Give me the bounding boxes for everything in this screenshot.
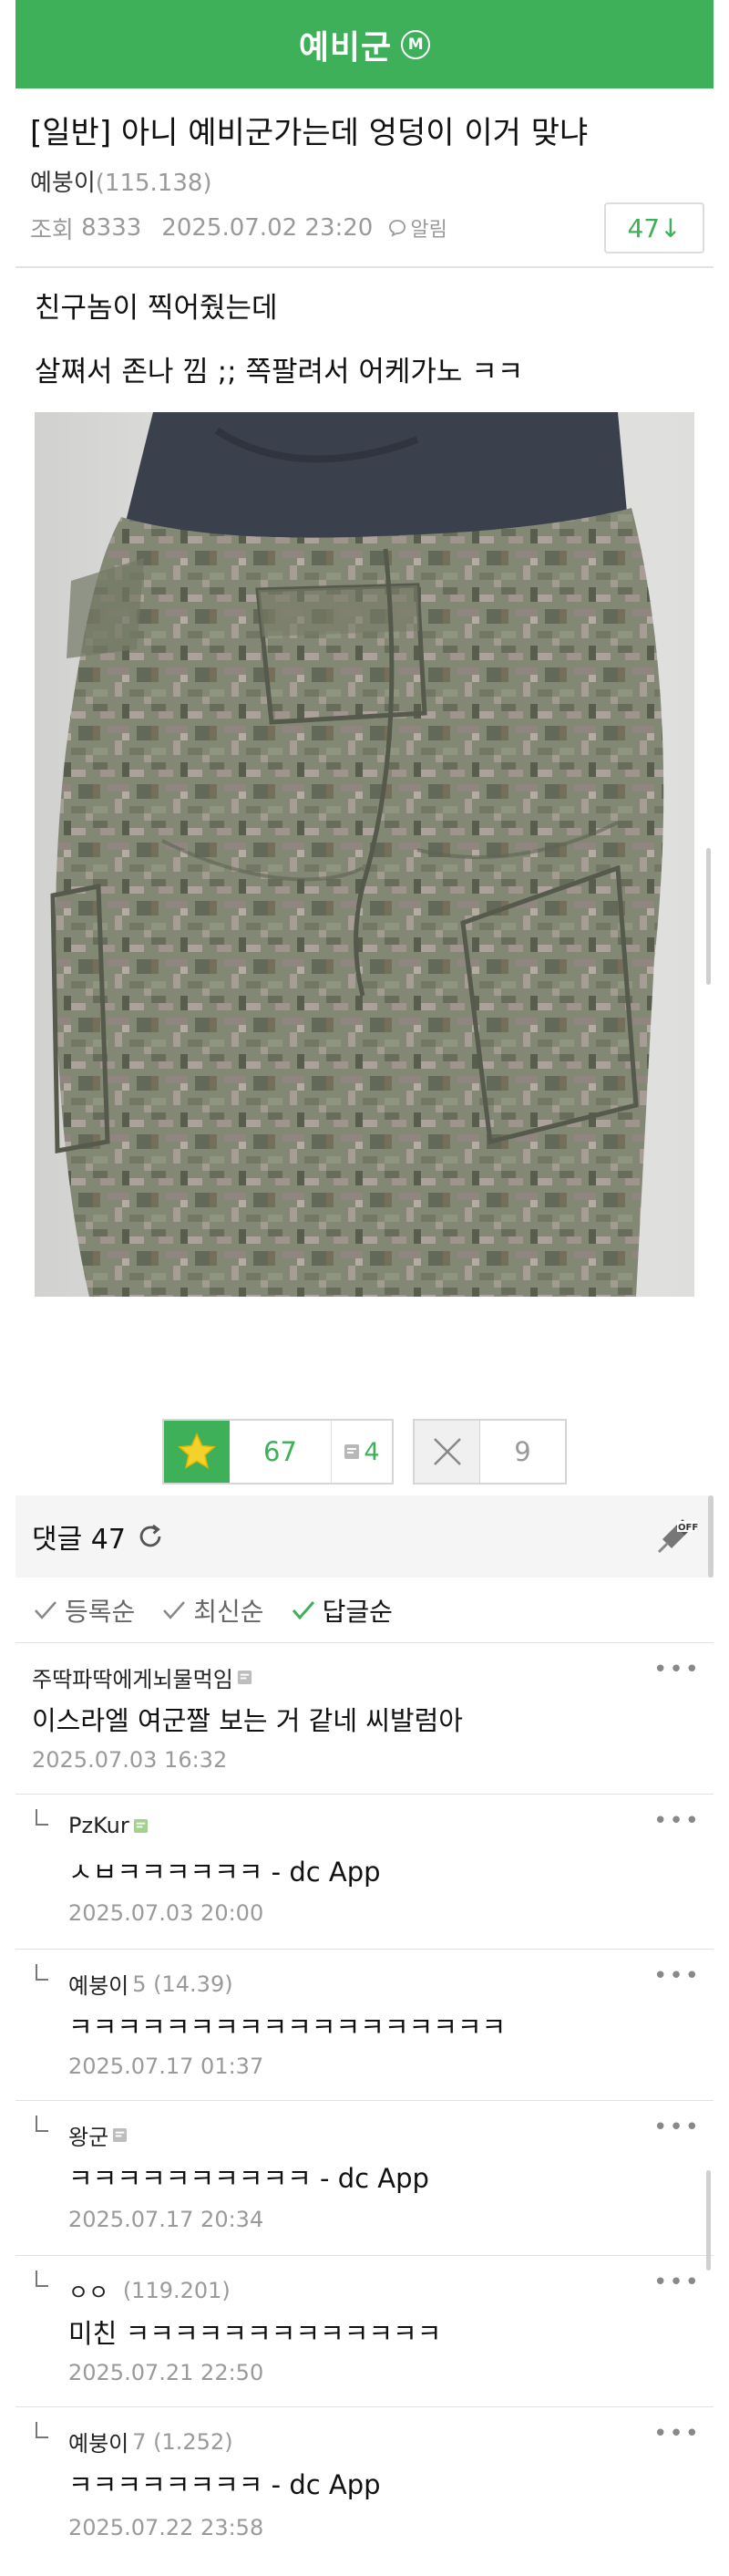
minor-gallery-badge-icon: M <box>401 29 431 59</box>
comment-nick[interactable]: 예붕이 7 (1.252) <box>68 2426 233 2457</box>
page-scrollbar[interactable] <box>706 848 711 985</box>
views-count: 8333 <box>81 214 142 242</box>
post-author[interactable]: 예붕이(115.138) <box>30 164 212 198</box>
comment-more-icon[interactable]: ••• <box>653 2114 701 2141</box>
check-icon <box>163 1600 186 1619</box>
clean-bot-off-icon[interactable]: OFF <box>655 1512 699 1556</box>
sort-latest-label: 최신순 <box>193 1596 264 1627</box>
refresh-icon[interactable] <box>135 1521 166 1552</box>
comment-date: 2025.07.21 22:50 <box>68 2360 264 2385</box>
post-title: [일반] 아니 예비군가는데 엉덩이 이거 맞냐 <box>30 115 589 151</box>
comment-ip: 5 (14.39) <box>132 1971 233 1997</box>
comment-date: 2025.07.17 20:34 <box>68 2207 264 2232</box>
comment-section: 댓글 47 OFF 등록순 최신순 답글순 주딱파딱에게뇌물먹임 ••• 이스라… <box>15 1495 714 2576</box>
divider <box>15 266 714 268</box>
comment-nick-text[interactable]: 예붕이 <box>68 1968 128 2000</box>
comment-text: ㅋㅋㅋㅋㅋㅋㅋㅋㅋㅋㅋㅋㅋㅋㅋㅋㅋㅋ <box>68 2012 507 2043</box>
comment-jump-button[interactable]: 47↓ <box>604 202 704 253</box>
recommend-count: 67 <box>230 1421 332 1483</box>
reply-item: 예붕이 5 (14.39) ••• ㅋㅋㅋㅋㅋㅋㅋㅋㅋㅋㅋㅋㅋㅋㅋㅋㅋㅋ 2025… <box>15 1950 714 2101</box>
comment-more-icon[interactable]: ••• <box>653 1807 701 1835</box>
post-photo[interactable] <box>35 412 694 1297</box>
comment-ip: 7 (1.252) <box>132 2428 233 2455</box>
svg-text:OFF: OFF <box>678 1523 698 1533</box>
comment-nick-text[interactable]: PzKur <box>68 1813 129 1838</box>
alarm-button[interactable]: 알림 <box>387 213 447 243</box>
reply-arrow-icon <box>36 2271 48 2287</box>
comment-nick[interactable]: 예붕이 5 (14.39) <box>68 1968 233 2000</box>
comment-ip: (119.201) <box>122 2277 231 2303</box>
comment-more-icon[interactable]: ••• <box>653 1656 701 1683</box>
check-icon <box>292 1600 314 1619</box>
comment-text: ㅋㅋㅋㅋㅋㅋㅋㅋㅋㅋ - dc App <box>68 2163 429 2194</box>
fixed-nick-icon <box>113 2127 128 2143</box>
comment-nick[interactable]: PzKur <box>68 1813 149 1838</box>
comment-text: 미친 ㅋㅋㅋㅋㅋㅋㅋㅋㅋㅋㅋㅋㅋ <box>68 2318 442 2349</box>
reply-arrow-icon <box>36 2116 48 2132</box>
comment-scrollbar[interactable] <box>708 1495 714 1578</box>
gallery-title[interactable]: 예비군 <box>299 21 392 68</box>
comment-nick-text[interactable]: 주딱파딱에게뇌물먹임 <box>32 1661 233 1693</box>
comment-sort-row: 등록순 최신순 답글순 <box>15 1578 714 1643</box>
post-body-line-2: 살쪄서 존나 낌 ;; 쪽팔려서 어케가노 ㅋㅋ <box>35 356 524 388</box>
comment-more-icon[interactable]: ••• <box>653 2420 701 2447</box>
sort-latest[interactable]: 최신순 <box>162 1592 264 1629</box>
comment-date: 2025.07.22 23:58 <box>68 2515 264 2540</box>
sort-registered[interactable]: 등록순 <box>34 1592 135 1629</box>
comment-more-icon[interactable]: ••• <box>653 1962 701 1990</box>
comment-nick-text[interactable]: 왕군 <box>68 2119 108 2151</box>
post-datetime: 2025.07.02 23:20 <box>161 214 374 242</box>
comment-text: 이스라엘 여군짤 보는 거 같네 씨발럼아 <box>32 1705 463 1736</box>
post-meta: 조회 8333 2025.07.02 23:20 알림 47↓ <box>30 202 704 253</box>
views-label: 조회 <box>30 216 74 244</box>
camo-pants-photo-image <box>35 412 694 1297</box>
comment-date: 2025.07.03 16:32 <box>32 1747 228 1773</box>
comment-item: 주딱파딱에게뇌물먹임 ••• 이스라엘 여군짤 보는 거 같네 씨발럼아 202… <box>15 1643 714 1795</box>
comment-nick[interactable]: 왕군 <box>68 2119 128 2151</box>
not-recommend-box[interactable]: 9 <box>413 1419 567 1485</box>
comment-list-scrollbar[interactable] <box>706 2170 711 2271</box>
comment-text: ㅅㅂㅋㅋㅋㅋㅋㅋ - dc App <box>68 1857 381 1888</box>
check-icon <box>35 1600 56 1619</box>
semi-fixed-nick-icon <box>133 1818 148 1833</box>
author-ip: (115.138) <box>95 170 212 197</box>
reply-arrow-icon <box>36 2422 48 2438</box>
reply-arrow-icon <box>36 1964 48 1981</box>
recommend-button[interactable] <box>164 1421 230 1483</box>
comment-count-label: 댓글 47 <box>32 1524 126 1556</box>
reply-item: 예붕이 7 (1.252) ••• ㅋㅋㅋㅋㅋㅋㅋㅋ - dc App 2025.… <box>15 2407 714 2576</box>
fixed-nick-icon <box>344 1444 360 1459</box>
reply-arrow-icon <box>36 1809 48 1826</box>
fixed-nick-icon <box>237 1670 252 1685</box>
reply-item: PzKur ••• ㅅㅂㅋㅋㅋㅋㅋㅋ - dc App 2025.07.03 2… <box>15 1795 714 1950</box>
comment-date: 2025.07.03 20:00 <box>68 1900 264 1926</box>
post-body-line-1: 친구놈이 찍어줬는데 <box>35 292 278 325</box>
gallery-header[interactable]: 예비군 M <box>15 0 714 88</box>
reply-item: 왕군 ••• ㅋㅋㅋㅋㅋㅋㅋㅋㅋㅋ - dc App 2025.07.17 20… <box>15 2101 714 2256</box>
fixed-recommend[interactable]: 4 <box>332 1421 392 1483</box>
alarm-label: 알림 <box>410 219 447 242</box>
not-recommend-button[interactable] <box>415 1421 480 1483</box>
star-icon <box>177 1432 217 1469</box>
speech-bubble-icon <box>389 220 406 237</box>
comment-nick[interactable]: ㅇㅇ (119.201) <box>68 2274 231 2306</box>
comment-header: 댓글 47 OFF <box>15 1495 714 1578</box>
sort-registered-label: 등록순 <box>65 1596 136 1627</box>
not-recommend-count: 9 <box>514 1436 531 1467</box>
close-icon <box>433 1438 461 1465</box>
comment-more-icon[interactable]: ••• <box>653 2269 701 2296</box>
reply-item: ㅇㅇ (119.201) ••• 미친 ㅋㅋㅋㅋㅋㅋㅋㅋㅋㅋㅋㅋㅋ 2025.0… <box>15 2256 714 2407</box>
author-nick[interactable]: 예붕이 <box>30 170 96 197</box>
sort-reply-label: 답글순 <box>322 1596 393 1627</box>
comment-nick-text[interactable]: ㅇㅇ <box>68 2274 108 2306</box>
comment-date: 2025.07.17 01:37 <box>68 2054 264 2079</box>
comment-nick[interactable]: 주딱파딱에게뇌물먹임 <box>32 1661 252 1693</box>
sort-reply[interactable]: 답글순 <box>292 1592 393 1629</box>
recommend-box[interactable]: 67 4 <box>162 1419 394 1485</box>
comment-text: ㅋㅋㅋㅋㅋㅋㅋㅋ - dc App <box>68 2469 381 2500</box>
comment-nick-text[interactable]: 예붕이 <box>68 2426 128 2457</box>
fixed-recommend-count: 4 <box>364 1437 380 1466</box>
